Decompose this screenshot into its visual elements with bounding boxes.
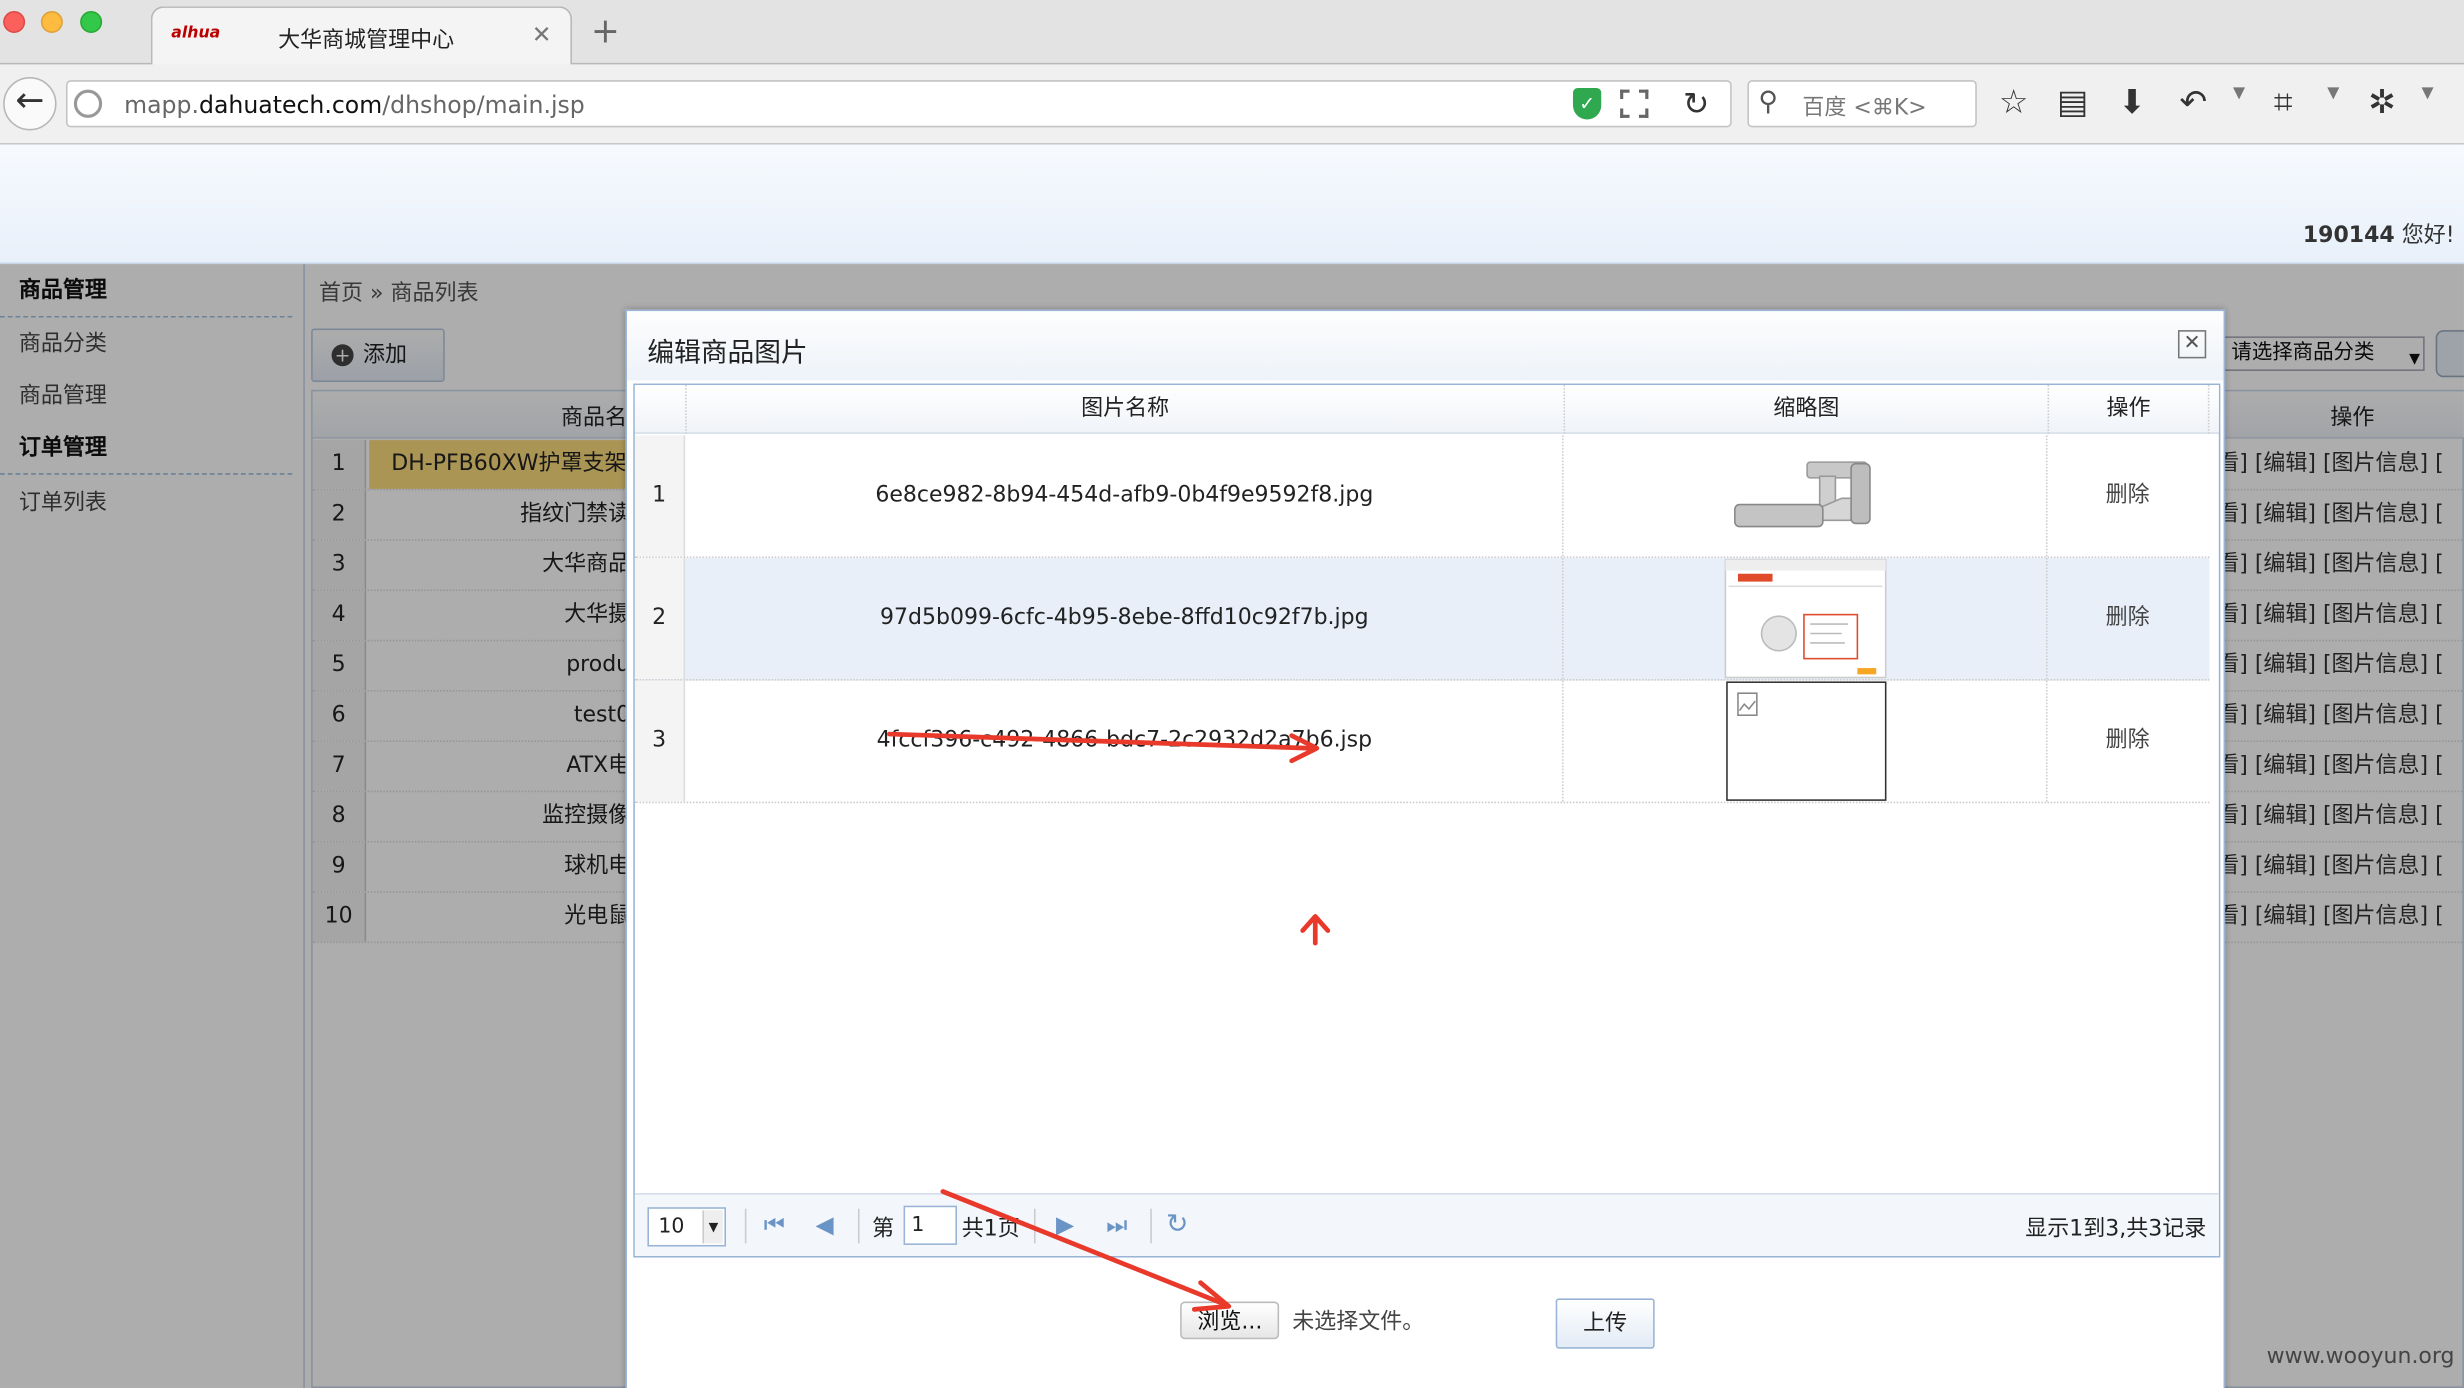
browser-tab[interactable]: alhua 大华商城管理中心 ✕ [150,6,572,67]
pagination-bar: 10 ▼ ⏮ ◀ 第 1 共1页 ▶ ⏭ ↻ 显示1到3,共3记录 [634,1193,2219,1256]
tab-title: 大华商城管理中心 [278,28,455,54]
watermark: www.wooyun.org [2266,1343,2455,1370]
close-window-button[interactable] [3,11,26,34]
column-header-action: 操作 [2049,385,2210,434]
search-bar[interactable]: ⚲ 百度 <⌘K> [1747,80,1977,128]
back-button[interactable]: ← [3,77,57,131]
row-number: 1 [634,435,686,557]
pager-divider [857,1208,860,1244]
delete-link[interactable]: 删除 [2049,558,2206,679]
site-favicon: alhua [171,25,221,43]
previous-page-icon[interactable]: ◀ [816,1210,834,1238]
page-size-select[interactable]: 10 ▼ [647,1207,726,1247]
minimize-window-button[interactable] [40,11,63,34]
reload-icon[interactable]: ↻ [1683,85,1709,123]
image-table-header: 图片名称 缩略图 操作 [634,385,2219,434]
refresh-icon[interactable]: ↻ [1166,1210,1188,1238]
pager-info: 显示1到3,共3记录 [2025,1216,2207,1242]
undo-menu-chevron-icon[interactable]: ▼ [2233,85,2245,102]
browser-tab-bar: alhua 大华商城管理中心 ✕ + [0,0,2464,67]
pager-divider [1033,1208,1036,1244]
page-number-input[interactable]: 1 [903,1205,957,1245]
shield-icon[interactable]: ✓ [1572,88,1602,120]
table-row[interactable]: 3 4fccf396-c492-4866-bdc7-2c2932d2a7b6.j… [634,680,2210,804]
browse-button[interactable]: 浏览... [1180,1301,1280,1340]
crop-menu-chevron-icon[interactable]: ▼ [2327,85,2339,102]
dialog-header: 编辑商品图片 ✕ [626,311,2224,381]
search-placeholder: 百度 <⌘K> [1802,95,1927,122]
pager-divider [1150,1208,1152,1244]
table-row[interactable]: 2 97d5b099-6cfc-4b95-8ebe-8ffd10c92f7b.j… [634,558,2210,681]
row-number: 2 [634,558,686,680]
upload-button[interactable]: 上传 [1555,1298,1655,1349]
thumbnail-cell [1565,558,2048,680]
user-greeting: 190144 您好! [2302,223,2455,249]
column-header-image-name: 图片名称 [687,385,1566,434]
new-tab-button[interactable]: + [591,13,620,54]
browser-nav-bar: ← mapp.dahuatech.com/dhshop/main.jsp ✓ ↻… [0,64,2464,145]
row-number: 3 [634,680,686,802]
address-bar[interactable]: mapp.dahuatech.com/dhshop/main.jsp ✓ ↻ [65,80,1732,128]
chevron-down-icon: ▼ [702,1210,723,1244]
globe-icon [73,89,103,118]
column-header-thumbnail: 缩略图 [1565,385,2050,434]
edit-image-dialog: 编辑商品图片 ✕ 图片名称 缩略图 操作 1 6e8ce982-8b94-454… [625,309,2226,1388]
url-text: mapp.dahuatech.com/dhshop/main.jsp [124,91,585,120]
search-icon: ⚲ [1758,86,1778,118]
extension-icon[interactable]: ✲ [2368,82,2396,123]
image-name: 97d5b099-6cfc-4b95-8ebe-8ffd10c92f7b.jpg [687,558,1564,680]
row-number-header [635,385,687,434]
download-icon[interactable]: ⬇ [2118,82,2146,123]
pager-divider [744,1208,747,1244]
qr-code-icon[interactable] [1620,89,1649,118]
reading-list-icon[interactable]: ▤ [2057,82,2088,123]
zoom-window-button[interactable] [80,11,103,34]
next-page-icon[interactable]: ▶ [1056,1210,1074,1238]
page-total: 共1页 [961,1216,1020,1242]
screenshot-stage: alhua 大华商城管理中心 ✕ + ← mapp.dahuatech.com/… [0,0,2464,1388]
delete-link[interactable]: 删除 [2049,681,2206,802]
dialog-title: 编辑商品图片 [647,337,808,370]
crop-icon[interactable]: ⌗ [2274,82,2293,123]
page-prefix: 第 [872,1216,895,1242]
table-row[interactable]: 1 6e8ce982-8b94-454d-afb9-0b4f9e9592f8.j… [634,435,2210,559]
bracket-thumbnail-image [1734,461,1871,528]
tab-close-icon[interactable]: ✕ [532,20,552,48]
page-header: 190144 您好! [0,144,2464,265]
last-page-icon[interactable]: ⏭ [1106,1210,1127,1238]
delete-link[interactable]: 删除 [2049,435,2206,556]
first-page-icon[interactable]: ⏮ [764,1210,785,1238]
thumbnail-cell [1565,680,2048,802]
broken-image-thumbnail [1726,681,1887,801]
image-name: 4fccf396-c492-4866-bdc7-2c2932d2a7b6.jsp [687,680,1564,802]
thumbnail-cell [1565,435,2048,557]
file-input: 浏览... 未选择文件。 [1180,1301,1425,1341]
webpage-thumbnail-image [1724,558,1887,679]
bookmark-star-icon[interactable]: ☆ [1999,82,2029,123]
no-file-label: 未选择文件。 [1292,1309,1425,1335]
image-name: 6e8ce982-8b94-454d-afb9-0b4f9e9592f8.jpg [687,435,1564,557]
extension-menu-chevron-icon[interactable]: ▼ [2422,85,2434,102]
dialog-close-icon[interactable]: ✕ [2177,330,2207,359]
image-table: 图片名称 缩略图 操作 1 6e8ce982-8b94-454d-afb9-0b… [633,383,2221,1258]
undo-icon[interactable]: ↶ [2180,82,2208,123]
